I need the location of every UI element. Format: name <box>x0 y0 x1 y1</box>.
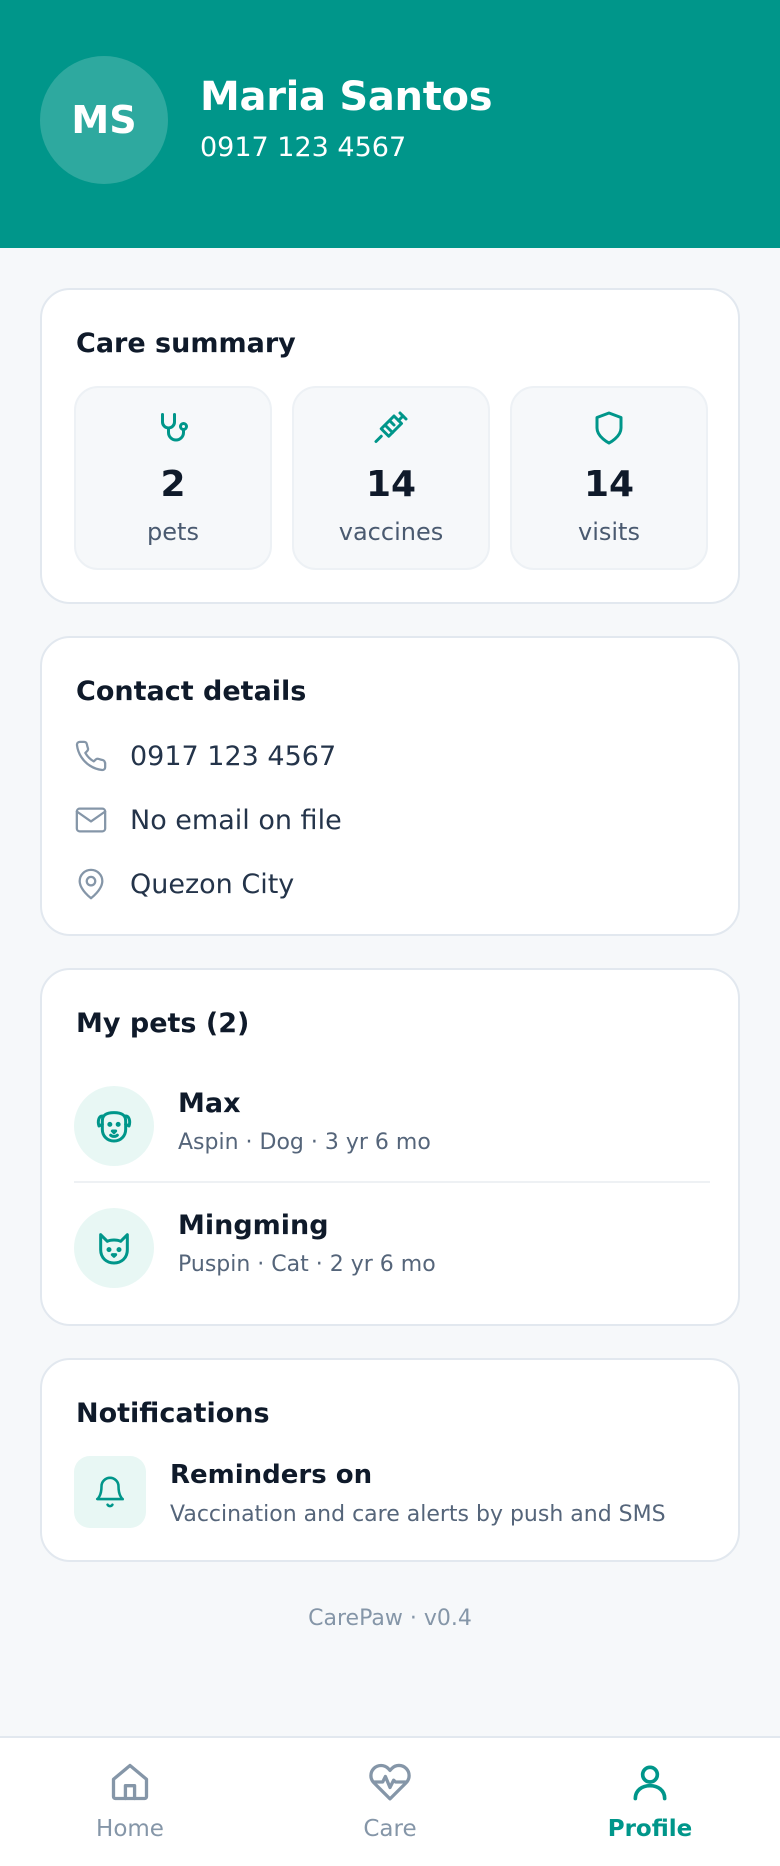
cat-icon <box>99 1233 129 1265</box>
nav-care[interactable]: Care <box>310 1760 470 1860</box>
bell-icon-box <box>74 1456 146 1528</box>
contact-location[interactable]: Quezon City <box>74 864 294 904</box>
app-version: CarePaw · v0.4 <box>308 1606 472 1631</box>
avatar: MS <box>40 56 168 184</box>
stat-pets: 2 pets <box>74 386 272 570</box>
bell-icon <box>95 1476 125 1508</box>
care-summary-card: Care summary 2 pets 14 vaccines 14 visit… <box>40 288 740 604</box>
user-icon <box>633 1765 667 1801</box>
card-title: Contact details <box>76 676 307 707</box>
nav-label: Home <box>96 1816 164 1842</box>
pet-avatar <box>74 1086 154 1166</box>
card-title: Notifications <box>76 1398 270 1429</box>
stethoscope-icon <box>161 413 188 442</box>
location-pin-icon <box>78 868 104 900</box>
stat-label: vaccines <box>338 518 444 546</box>
pet-item-max[interactable]: Max Aspin · Dog · 3 yr 6 mo <box>74 1078 710 1174</box>
stat-label: visits <box>578 518 640 546</box>
pet-avatar <box>74 1208 154 1288</box>
contact-location-text: Quezon City <box>130 868 295 900</box>
pet-meta: Aspin · Dog · 3 yr 6 mo <box>178 1130 431 1155</box>
contact-phone-text: 0917 123 4567 <box>130 740 337 772</box>
divider <box>74 1181 710 1183</box>
card-title: My pets (2) <box>76 1008 250 1039</box>
shield-icon <box>595 411 623 445</box>
heart-pulse-icon <box>369 1763 411 1801</box>
stat-vaccines: 14 vaccines <box>292 386 490 570</box>
stat-value: 14 <box>365 464 417 505</box>
stat-value: 2 <box>160 464 186 505</box>
notification-description: Vaccination and care alerts by push and … <box>170 1502 666 1527</box>
nav-home[interactable]: Home <box>50 1760 210 1860</box>
user-phone: 0917 123 4567 <box>200 132 407 163</box>
stat-value: 14 <box>583 464 635 505</box>
bottom-nav: Home Care Profile <box>0 1736 780 1866</box>
notifications-card: Notifications Reminders on Vaccination a… <box>40 1358 740 1562</box>
notification-status: Reminders on <box>170 1460 373 1490</box>
pet-item-mingming[interactable]: Mingming Puspin · Cat · 2 yr 6 mo <box>74 1200 710 1296</box>
home-icon <box>111 1763 149 1801</box>
mail-icon <box>75 807 107 833</box>
card-title: Care summary <box>76 328 296 359</box>
stat-visits: 14 visits <box>510 386 708 570</box>
contact-email-text: No email on file <box>130 804 342 836</box>
user-name: Maria Santos <box>200 74 493 120</box>
syringe-icon <box>374 411 408 443</box>
contact-email[interactable]: No email on file <box>74 800 342 840</box>
contact-details-card: Contact details 0917 123 4567 No email o… <box>40 636 740 936</box>
phone-icon <box>75 740 107 772</box>
dog-icon <box>96 1111 132 1143</box>
pet-meta: Puspin · Cat · 2 yr 6 mo <box>178 1252 436 1277</box>
profile-header: MS Maria Santos 0917 123 4567 <box>0 0 780 248</box>
pet-name: Max <box>178 1088 241 1119</box>
contact-phone[interactable]: 0917 123 4567 <box>74 736 336 776</box>
pet-name: Mingming <box>178 1210 329 1241</box>
nav-profile[interactable]: Profile <box>570 1760 730 1860</box>
nav-label: Profile <box>607 1816 693 1842</box>
nav-label: Care <box>363 1816 417 1842</box>
my-pets-card: My pets (2) Max Aspin · Dog · 3 yr 6 mo … <box>40 968 740 1326</box>
stat-label: pets <box>147 518 199 546</box>
